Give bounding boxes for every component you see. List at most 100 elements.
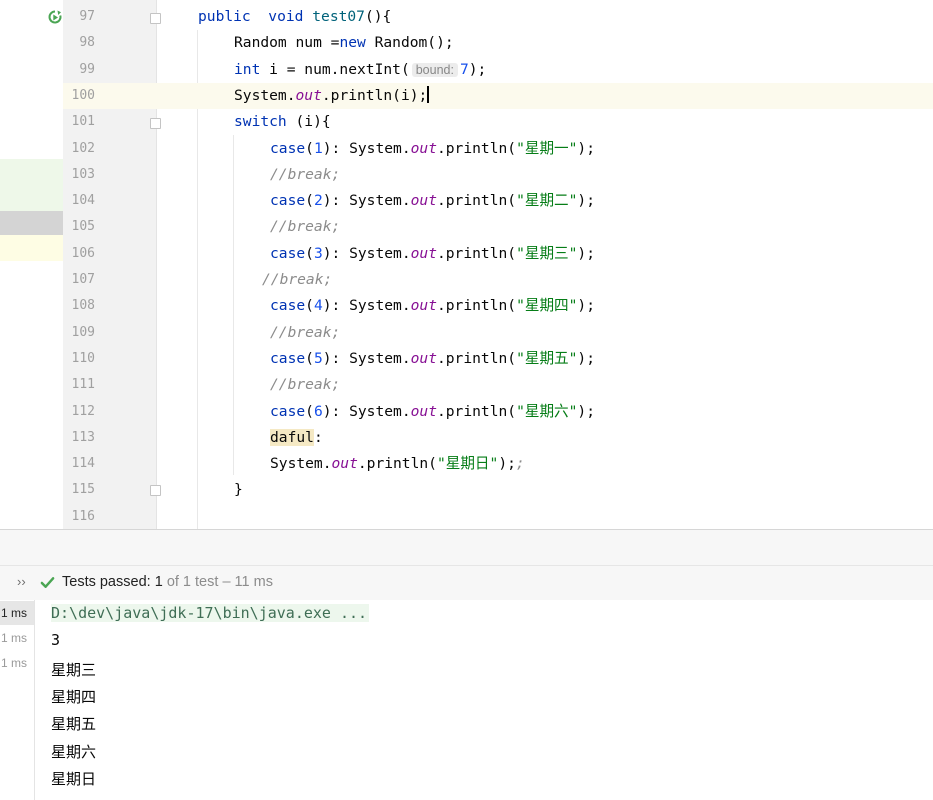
code-token: .println(: [436, 192, 517, 210]
line-number[interactable]: 115: [63, 477, 95, 503]
code-token: public: [198, 8, 251, 25]
code-token: out: [331, 455, 358, 473]
code-token: "星期二": [516, 192, 578, 210]
console-line: 星期日: [51, 770, 97, 788]
code-token: );: [577, 192, 595, 210]
code-line[interactable]: //break;: [270, 320, 340, 346]
code-token: "星期六": [516, 402, 578, 420]
line-number[interactable]: 104: [63, 188, 95, 214]
code-token: (: [305, 139, 314, 157]
code-line[interactable]: Random num =new Random();: [234, 30, 454, 56]
line-number[interactable]: 99: [63, 57, 95, 83]
code-token: 1: [313, 139, 323, 157]
code-line[interactable]: public void test07(){: [198, 4, 391, 30]
fold-marker[interactable]: [150, 13, 161, 24]
line-number[interactable]: 106: [63, 241, 95, 267]
code-line[interactable]: case(5): System.out.println("星期五");: [270, 346, 595, 372]
code-token: );: [577, 402, 595, 420]
code-token: out: [295, 86, 322, 104]
code-token: "星期三": [516, 244, 578, 262]
line-number[interactable]: 112: [63, 399, 95, 425]
line-number[interactable]: 102: [63, 136, 95, 162]
line-number[interactable]: 116: [63, 504, 95, 529]
code-token: out: [410, 139, 437, 157]
code-token: .println(: [436, 297, 517, 315]
change-marker-modified: [0, 235, 63, 261]
code-line[interactable]: case(2): System.out.println("星期二");: [270, 188, 595, 214]
code-token: 2: [313, 192, 323, 210]
line-number[interactable]: 100: [63, 83, 95, 109]
line-number[interactable]: 103: [63, 162, 95, 188]
code-line[interactable]: case(3): System.out.println("星期三");: [270, 241, 595, 267]
code-line[interactable]: switch (i){: [234, 109, 331, 135]
fold-marker[interactable]: [150, 485, 161, 496]
code-token: case: [270, 297, 306, 315]
line-number[interactable]: 108: [63, 293, 95, 319]
test-timing[interactable]: 1 ms: [0, 626, 34, 650]
code-token: System.: [234, 86, 296, 104]
code-token: ): System.: [322, 402, 411, 420]
code-token: (: [305, 349, 314, 367]
test-timing[interactable]: 1 ms: [0, 601, 34, 625]
change-marker-selected: [0, 211, 63, 235]
line-number[interactable]: 105: [63, 214, 95, 240]
tests-status-label: Tests passed:: [62, 574, 151, 590]
code-line[interactable]: case(4): System.out.println("星期四");: [270, 293, 595, 319]
tests-total: of 1 test: [166, 574, 219, 590]
code-token: //break;: [262, 271, 333, 288]
code-token: int: [234, 60, 261, 78]
console-line: 星期六: [51, 743, 97, 761]
test-timing-column: 1 ms 1 ms 1 ms: [0, 600, 35, 800]
test-timing[interactable]: 1 ms: [0, 651, 34, 675]
code-token: case: [270, 192, 306, 210]
line-number[interactable]: 109: [63, 320, 95, 346]
code-line[interactable]: case(1): System.out.println("星期一");: [270, 136, 595, 162]
line-number[interactable]: 97: [63, 4, 95, 30]
left-tool-strip: [0, 0, 63, 529]
console-output[interactable]: 1 ms 1 ms 1 ms D:\dev\java\jdk-17\bin\ja…: [0, 600, 933, 800]
console-line: 星期四: [51, 688, 97, 706]
line-number[interactable]: 107: [63, 267, 95, 293]
line-number[interactable]: 98: [63, 30, 95, 56]
code-token: .println(i);: [321, 86, 428, 104]
code-token: Random num =: [234, 34, 340, 52]
code-token: new: [339, 34, 366, 52]
code-line[interactable]: //break;: [270, 372, 340, 398]
code-token: (: [305, 402, 314, 420]
line-number[interactable]: 113: [63, 425, 95, 451]
console-command-line[interactable]: D:\dev\java\jdk-17\bin\java.exe ...: [51, 604, 370, 622]
line-number[interactable]: 101: [63, 109, 95, 135]
code-line[interactable]: //break;: [270, 214, 340, 240]
line-number[interactable]: 110: [63, 346, 95, 372]
code-line[interactable]: int i = num.nextInt(bound: 7);: [234, 57, 486, 83]
code-token: //break;: [270, 376, 341, 394]
code-line[interactable]: System.out.println(i);: [234, 83, 430, 109]
code-token: (: [305, 244, 314, 262]
code-line[interactable]: }: [234, 477, 243, 503]
double-chevron-right-icon[interactable]: ››: [17, 574, 26, 589]
code-line[interactable]: //break;: [262, 267, 332, 293]
line-number[interactable]: 111: [63, 372, 95, 398]
code-line[interactable]: case(6): System.out.println("星期六");: [270, 399, 595, 425]
code-token: );: [498, 455, 516, 473]
code-token: ): System.: [322, 297, 411, 315]
rerun-test-icon[interactable]: [47, 9, 63, 25]
code-line[interactable]: //break;: [270, 162, 340, 188]
code-token: test07: [312, 8, 365, 25]
line-number[interactable]: 114: [63, 451, 95, 477]
fold-marker[interactable]: [150, 118, 161, 129]
code-token: );: [577, 244, 595, 262]
console-line: 3: [51, 631, 61, 649]
code-token: (: [305, 297, 314, 315]
code-token: "星期五": [516, 349, 578, 367]
code-line[interactable]: System.out.println("星期日");;: [270, 451, 525, 477]
code-token: .println(: [436, 349, 517, 367]
tests-status-text: Tests passed: 1 of 1 test – 11 ms: [62, 574, 273, 590]
code-token: 4: [313, 297, 323, 315]
code-token: ): System.: [322, 192, 411, 210]
code-line[interactable]: daful:: [270, 425, 323, 451]
code-token: "星期四": [516, 297, 578, 315]
code-editor[interactable]: 97 public void test07(){ 98 Random num =new…: [0, 0, 933, 529]
code-token: }: [234, 481, 243, 499]
